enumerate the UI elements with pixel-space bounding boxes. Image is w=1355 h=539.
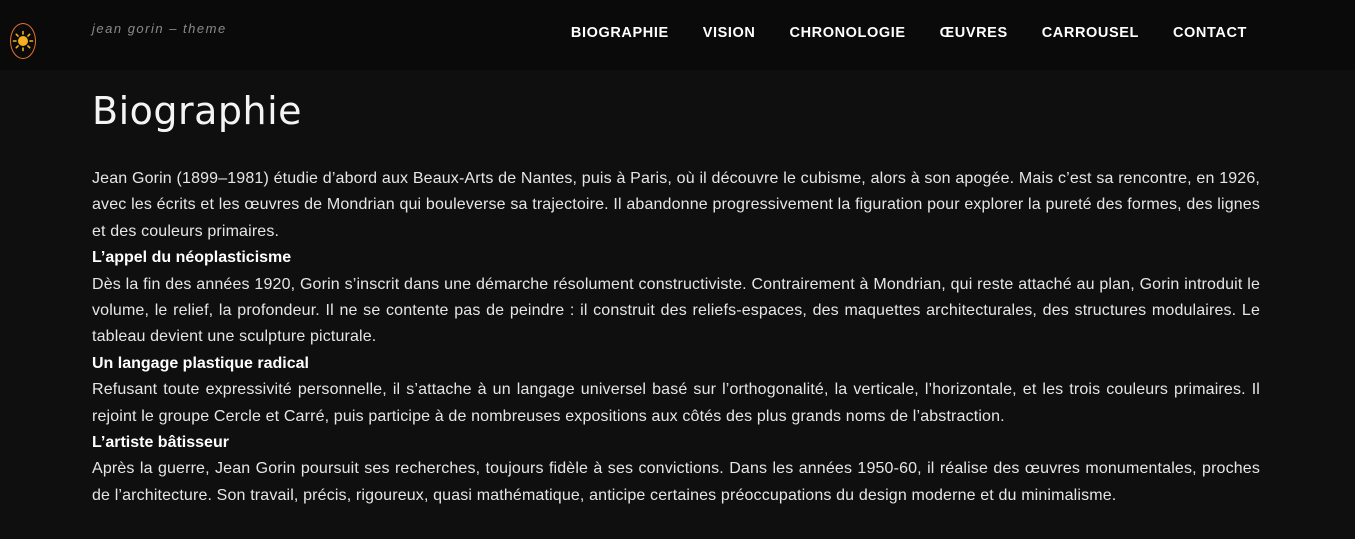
nav-carrousel[interactable]: CARROUSEL [1042, 25, 1139, 41]
nav-vision[interactable]: VISION [703, 25, 756, 41]
section-text-batisseur: Après la guerre, Jean Gorin poursuit ses… [92, 460, 1260, 504]
page-title: Biographie [92, 89, 303, 133]
intro-paragraph: Jean Gorin (1899–1981) étudie d’abord au… [92, 170, 1260, 240]
section-text-langage: Refusant toute expressivité personnelle,… [92, 381, 1260, 425]
main-nav: BIOGRAPHIE VISION CHRONOLOGIE ŒUVRES CAR… [571, 25, 1247, 41]
section-heading-neoplasticisme: L’appel du néoplasticisme [92, 249, 292, 267]
section-heading-batisseur: L’artiste bâtisseur [92, 434, 229, 452]
section-heading-langage: Un langage plastique radical [92, 354, 309, 372]
biography-content: Biographie Jean Gorin (1899–1981) étudie… [92, 86, 1260, 509]
site-tagline: jean gorin – theme [92, 21, 227, 36]
nav-chronologie[interactable]: CHRONOLOGIE [790, 25, 906, 41]
nav-oeuvres[interactable]: ŒUVRES [940, 25, 1008, 41]
nav-biographie[interactable]: BIOGRAPHIE [571, 25, 669, 41]
section-text-neoplasticisme: Dès la fin des années 1920, Gorin s’insc… [92, 275, 1260, 346]
top-navigation-bar: jean gorin – theme BIOGRAPHIE VISION CHR… [0, 0, 1355, 70]
nav-contact[interactable]: CONTACT [1173, 25, 1247, 41]
sun-icon [12, 30, 34, 52]
site-logo[interactable] [10, 23, 36, 59]
